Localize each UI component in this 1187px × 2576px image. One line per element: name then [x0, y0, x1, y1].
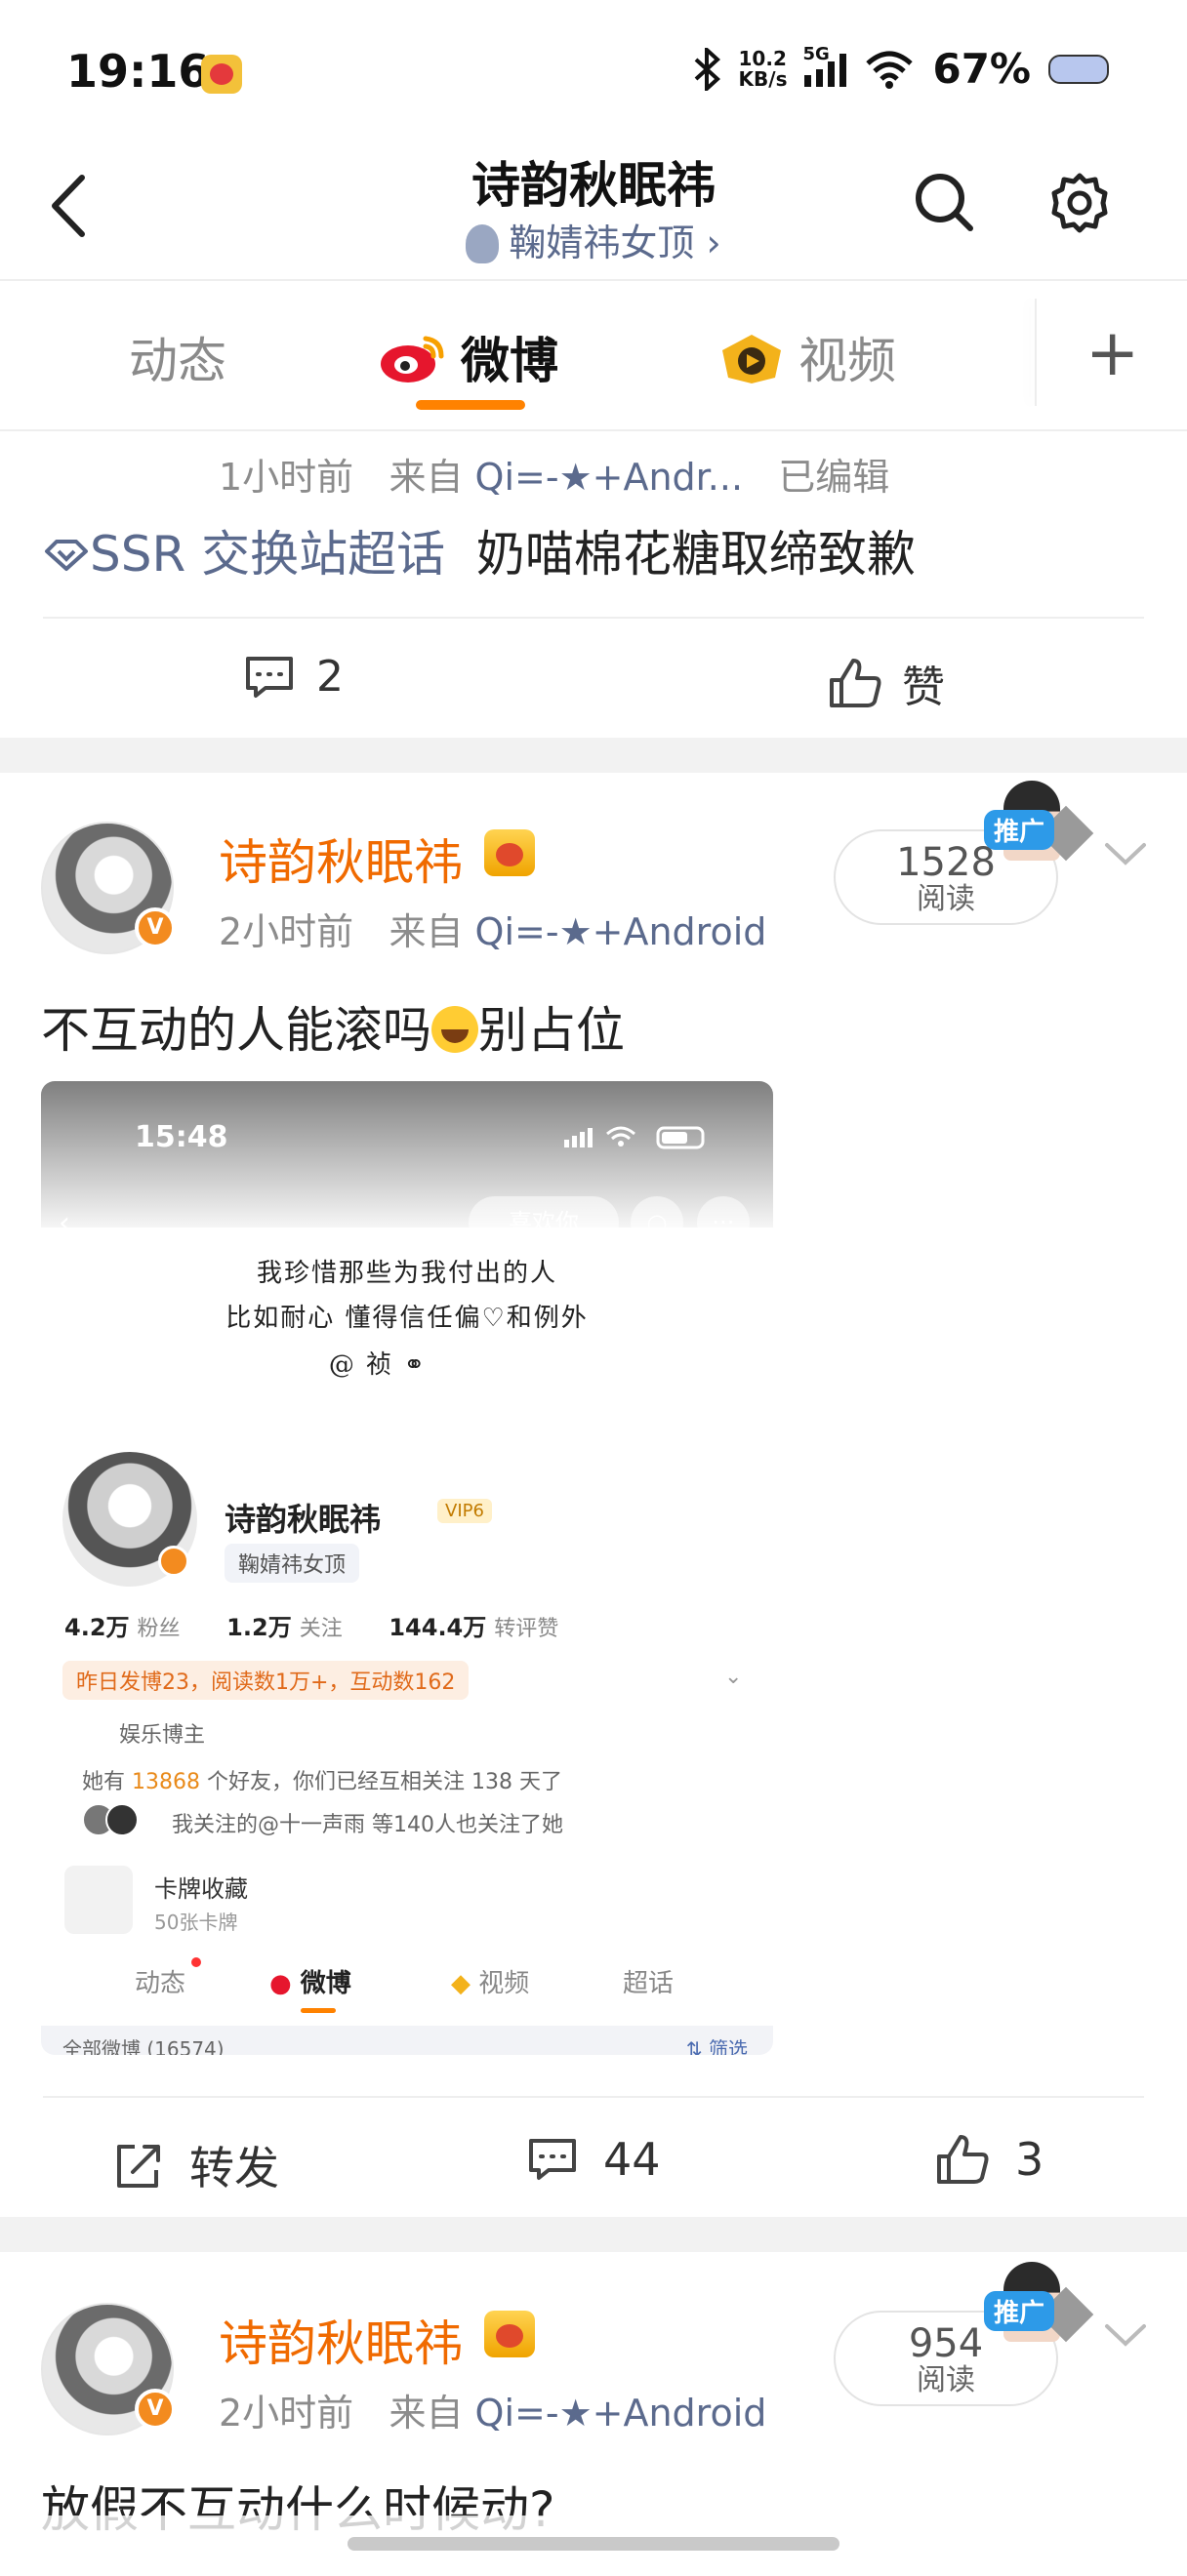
topic-link[interactable]: SSR 交换站超话 — [90, 526, 445, 583]
post-text: 不互动的人能滚吗 别占位 — [41, 1002, 625, 1059]
battery-percent: 67% — [932, 45, 1031, 93]
image-handwriting: 比如耐心 懂得信任偏♡和例外 — [225, 1304, 589, 1333]
repost-button[interactable]: 转发 — [113, 2133, 279, 2197]
supertopic-icon — [45, 540, 88, 571]
image-mutual-avatars — [82, 1803, 160, 1836]
crying-laugh-emoji-icon — [431, 1006, 478, 1053]
battery-icon — [1048, 54, 1109, 84]
image-red-dot — [191, 1957, 201, 1967]
tab-divider — [1035, 299, 1037, 406]
vip-crown-icon — [484, 2311, 535, 2357]
video-icon — [722, 335, 781, 383]
image-stats: 4.2万 粉丝 1.2万 关注 144.4万 转评赞 — [64, 1614, 559, 1641]
bluetooth-icon — [694, 47, 720, 91]
post-author[interactable]: 诗韵秋眠祎 — [219, 2305, 463, 2375]
tab-dongtai[interactable]: 动态 — [129, 322, 226, 392]
image-tab: 动态 — [135, 1969, 186, 1998]
divider — [0, 429, 1187, 431]
weibo-notification-icon — [201, 55, 242, 94]
chevron-down-icon[interactable] — [1103, 2320, 1148, 2350]
image-verified-icon — [158, 1546, 189, 1577]
comment-button[interactable]: 44 — [527, 2133, 661, 2186]
active-tab-indicator — [416, 400, 525, 410]
status-time: 19:16 — [66, 45, 210, 98]
image-back-icon: ‹ — [59, 1206, 70, 1240]
post-gap — [0, 2217, 1187, 2252]
promo-badge[interactable]: 推广 — [984, 781, 1094, 870]
post-source: Qi=-★+Android — [474, 910, 767, 953]
home-indicator[interactable] — [348, 2537, 839, 2551]
like-button[interactable]: 赞 — [828, 652, 945, 714]
post-image[interactable]: 15:48 ‹ 喜欢你 ○ ··· 我珍惜那些为我付出的人 比如耐心 懂得信任偏… — [41, 1081, 773, 2055]
repost-icon — [117, 2145, 160, 2188]
post-author[interactable]: 诗韵秋眠祎 — [219, 824, 463, 894]
image-yesterday-stats: 昨日发博23，阅读数1万+，互动数162 — [62, 1661, 470, 1700]
post-meta: 1小时前 来自 Qi=-★+Andr... 已编辑 — [219, 456, 890, 499]
gear-icon[interactable] — [1048, 172, 1111, 234]
image-handwriting: @ 祯 ⚭ — [328, 1350, 428, 1380]
chevron-down-icon[interactable] — [1103, 839, 1148, 868]
image-expand-icon: ⌄ — [724, 1665, 743, 1689]
thumbs-up-icon — [830, 659, 881, 707]
net-speed: 10.2 KB/s — [738, 46, 788, 91]
divider — [43, 2096, 1144, 2098]
image-like-you: 喜欢你 — [469, 1196, 619, 1249]
verified-badge-icon: V — [135, 2389, 176, 2430]
image-handwriting: 我珍惜那些为我付出的人 — [256, 1259, 557, 1288]
image-vip-badge: VIP6 — [437, 1499, 492, 1523]
image-card-icon — [64, 1866, 133, 1934]
image-tab-indicator — [301, 2008, 336, 2013]
page-title: 诗韵秋眠祎 — [471, 157, 716, 214]
post-meta: 2小时前 来自 Qi=-★+Android — [219, 910, 767, 953]
image-more-icon: ··· — [697, 1196, 750, 1249]
add-tab-button[interactable]: + — [1085, 321, 1139, 385]
post-source: Qi=-★+Andr... — [474, 456, 744, 499]
cell-signal-icon: 5G — [802, 44, 847, 87]
search-icon[interactable] — [914, 172, 974, 232]
thumbs-up-icon — [937, 2135, 989, 2184]
image-tab: ◆ 视频 — [451, 1969, 530, 1998]
divider — [0, 279, 1187, 281]
image-friends: 她有 13868 个好友，你们已经互相关注 138 天了 — [82, 1770, 562, 1794]
header-tag[interactable]: 鞠婧祎女顶 › — [0, 213, 1187, 266]
like-button[interactable]: 3 — [935, 2133, 1044, 2186]
post-gap — [0, 738, 1187, 773]
image-tag: 鞠婧祎女顶 — [225, 1544, 360, 1583]
tab-weibo[interactable]: 微博 — [379, 322, 558, 392]
verified-badge-icon: V — [135, 907, 176, 948]
vip-crown-icon — [484, 829, 535, 876]
comment-button[interactable]: 2 — [244, 652, 344, 702]
post-text: SSR 交换站超话 奶喵棉花糖取缔致歉 — [43, 515, 916, 585]
image-search-icon: ○ — [631, 1196, 683, 1249]
image-role: 娱乐博主 — [119, 1723, 206, 1748]
post-meta: 2小时前 来自 Qi=-★+Android — [219, 2392, 767, 2435]
cat-icon — [466, 224, 500, 263]
weibo-logo-icon — [381, 336, 444, 382]
comment-icon — [529, 2139, 576, 2180]
image-mutual: 我关注的@十一声雨 等140人也关注了她 — [172, 1813, 563, 1837]
wifi-icon — [866, 51, 914, 89]
image-status-icons — [564, 1126, 705, 1149]
image-tab: ● 微博 — [269, 1969, 351, 1998]
tab-video[interactable]: 视频 — [718, 322, 896, 392]
comment-icon — [246, 656, 293, 698]
status-indicators: 10.2 KB/s 5G 67% — [692, 44, 1109, 93]
divider — [43, 617, 1144, 619]
chevron-right-icon: › — [706, 221, 721, 264]
image-tab: 超话 — [623, 1969, 675, 1998]
post-source: Qi=-★+Android — [474, 2392, 767, 2435]
promo-badge[interactable]: 推广 — [984, 2262, 1094, 2352]
